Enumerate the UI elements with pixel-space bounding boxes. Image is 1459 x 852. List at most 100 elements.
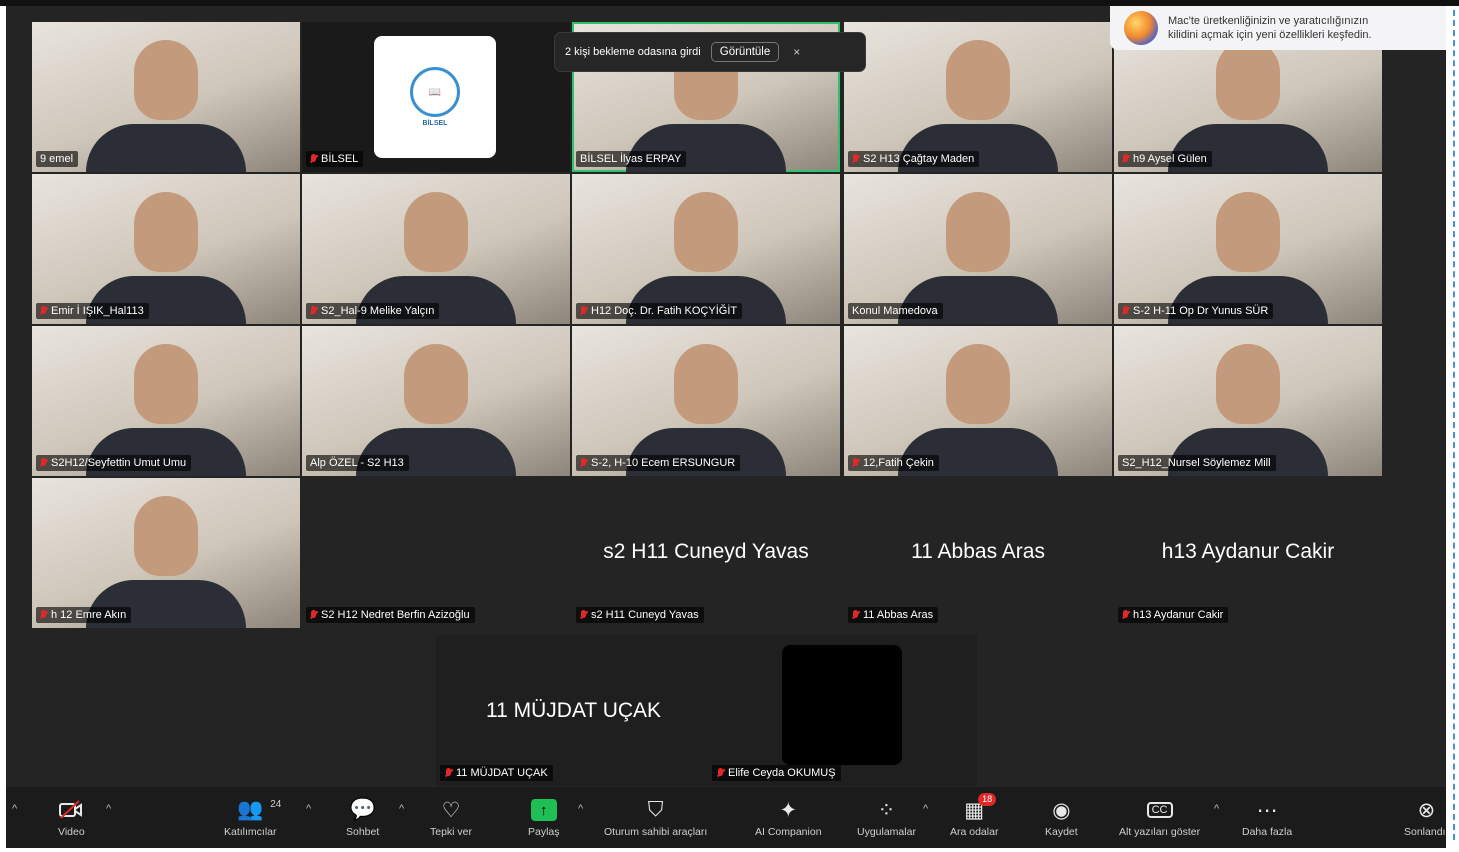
participant-video [404,192,468,272]
muted-mic-icon [852,610,859,620]
muted-mic-icon [580,458,587,468]
host-tools-button[interactable]: ⛉ Oturum sahibi araçları [604,797,707,838]
chat-button[interactable]: 💬 Sohbet [346,797,379,838]
video-tile[interactable]: H12 Doç. Dr. Fatih KOÇYİĞİT [572,174,840,324]
muted-mic-icon [40,306,47,316]
participant-video [134,344,198,424]
video-tile[interactable]: S-2, H-10 Ecem ERSUNGUR [572,326,840,476]
video-tile[interactable]: h 12 Emre Akın [32,478,300,628]
video-tile[interactable]: S2H12/Seyfettin Umut Umu [32,326,300,476]
share-screen-icon: ↑ [530,799,557,821]
participant-video-black [782,645,902,765]
participant-name: S2H12/Seyfettin Umut Umu [36,455,192,471]
video-button[interactable]: Video [58,797,85,838]
participants-icon: 👥 24 [237,798,282,821]
promo-line-1: Mac'te üretkenliğinizin ve yaratıcılığın… [1168,15,1369,27]
muted-mic-icon [852,154,859,164]
participant-video [674,192,738,272]
participant-video [946,192,1010,272]
record-button[interactable]: ◉ Kaydet [1045,797,1078,839]
sparkle-icon: ✦ [779,798,798,822]
muted-mic-icon [445,768,452,778]
video-tile[interactable]: S2 H13 Çağtay Maden [844,22,1112,172]
muted-mic-icon [580,610,587,620]
participant-name: 11 MÜJDAT UÇAK [440,765,553,781]
participant-name: Konul Mamedova [848,303,943,319]
participant-video [1216,344,1280,424]
participant-display-name: h13 Aydanur Cakir [1161,540,1335,563]
video-tile[interactable]: 📖 BİLSEL BİLSEL [302,22,570,172]
muted-mic-icon [717,768,724,778]
meeting-toolbar: ^ Video ^ 👥 24 Katılımcılar ^ 💬 Sohbet ^ … [6,787,1446,848]
muted-mic-icon [310,306,317,316]
chat-icon: 💬 [349,798,376,821]
participant-name: S2 H13 Çağtay Maden [848,151,980,167]
video-tile[interactable]: S2_Hal-9 Melike Yalçın [302,174,570,324]
feature-promo-banner[interactable]: Mac'te üretkenliğinizin ve yaratıcılığın… [1110,6,1446,50]
ai-companion-button[interactable]: ✦ AI Companion [755,797,822,839]
video-tile[interactable]: Konul Mamedova [844,174,1112,324]
shield-icon: ⛉ [647,798,664,821]
chevron-up-icon[interactable]: ^ [306,803,311,815]
notification-text: 2 kişi bekleme odasına girdi [565,46,701,58]
video-tile[interactable]: S2_H12_Nursel Söylemez Mill [1114,326,1382,476]
participant-name: S2_H12_Nursel Söylemez Mill [1118,455,1276,471]
window-border-dashed [1453,10,1455,840]
close-icon[interactable]: × [793,45,800,59]
participant-video [404,344,468,424]
participant-display-name: 11 Abbas Aras [911,540,1045,563]
participant-video [134,192,198,272]
promo-orb-icon [1124,11,1158,45]
chevron-up-icon[interactable]: ^ [106,803,111,815]
breakout-rooms-icon: ▦ 18 [964,793,997,823]
video-tile[interactable]: Alp ÖZEL - S2 H13 [302,326,570,476]
participant-name: s2 H11 Cuneyd Yavas [576,607,704,623]
chevron-up-icon[interactable]: ^ [12,803,17,815]
video-tile-camera-off[interactable]: 11 MÜJDAT UÇAK 11 MÜJDAT UÇAK Elife Ceyd… [436,635,977,786]
apps-button[interactable]: ⁘ Uygulamalar [857,797,916,839]
participant-video [674,344,738,424]
chevron-up-icon[interactable]: ^ [578,803,583,815]
participant-name: BİLSEL İlyas ERPAY [576,151,687,167]
chevron-up-icon[interactable]: ^ [399,803,404,815]
participant-name: h13 Aydanur Cakir [1118,607,1229,623]
participant-name: h9 Aysel Gülen [1118,151,1212,167]
share-button[interactable]: ↑ Paylaş [528,797,560,838]
breakout-rooms-button[interactable]: ▦ 18 Ara odalar [950,793,998,838]
apps-icon: ⁘ [877,798,896,822]
participant-name: S-2, H-10 Ecem ERSUNGUR [576,455,741,471]
participant-name: S2_Hal-9 Melike Yalçın [306,303,440,319]
end-meeting-button[interactable]: ⊗ Sonlandır [1404,797,1446,839]
muted-mic-icon [40,458,47,468]
closed-captions-icon: CC [1146,797,1173,823]
view-button[interactable]: Görüntüle [710,42,780,62]
captions-button[interactable]: CC Alt yazıları göster [1119,797,1200,838]
participant-name: Elife Ceyda OKUMUŞ [712,765,841,781]
video-tile[interactable]: Emir İ IŞIK_Hal113 [32,174,300,324]
muted-mic-icon [310,610,317,620]
participants-button[interactable]: 👥 24 Katılımcılar [224,797,282,838]
participant-name: h 12 Emre Akın [36,607,132,623]
participant-name: 9 emel [36,151,79,167]
bilsel-logo: 📖 BİLSEL [374,36,496,158]
video-tile[interactable]: 9 emel [32,22,300,172]
participant-display-name: 11 MÜJDAT UÇAK [486,699,662,722]
video-tile-camera-off[interactable]: 11 Abbas Aras 11 Abbas Aras [844,478,1112,628]
video-tile[interactable]: S-2 H-11 Op Dr Yunus SÜR [1114,174,1382,324]
video-tile[interactable]: 12,Fatih Çekin [844,326,1112,476]
chevron-up-icon[interactable]: ^ [1214,803,1219,815]
video-off-icon [58,797,84,823]
participant-video [134,40,198,120]
participant-name: Alp ÖZEL - S2 H13 [306,455,409,471]
video-tile-camera-off[interactable]: s2 H11 Cuneyd Yavas s2 H11 Cuneyd Yavas [572,478,840,628]
react-button[interactable]: ♡ Tepki ver [430,797,472,839]
chevron-up-icon[interactable]: ^ [923,803,928,815]
more-icon: ⋯ [1256,798,1278,822]
participant-display-name: s2 H11 Cuneyd Yavas [603,540,809,563]
video-tile-camera-off[interactable]: h13 Aydanur Cakir h13 Aydanur Cakir [1114,478,1382,628]
record-icon: ◉ [1052,798,1071,822]
participant-name: S-2 H-11 Op Dr Yunus SÜR [1118,303,1274,319]
more-button[interactable]: ⋯ Daha fazla [1242,797,1292,839]
muted-mic-icon [40,610,47,620]
video-tile-camera-off[interactable]: S2 H12 Nedret Berfin Azizoğlu [302,478,570,628]
